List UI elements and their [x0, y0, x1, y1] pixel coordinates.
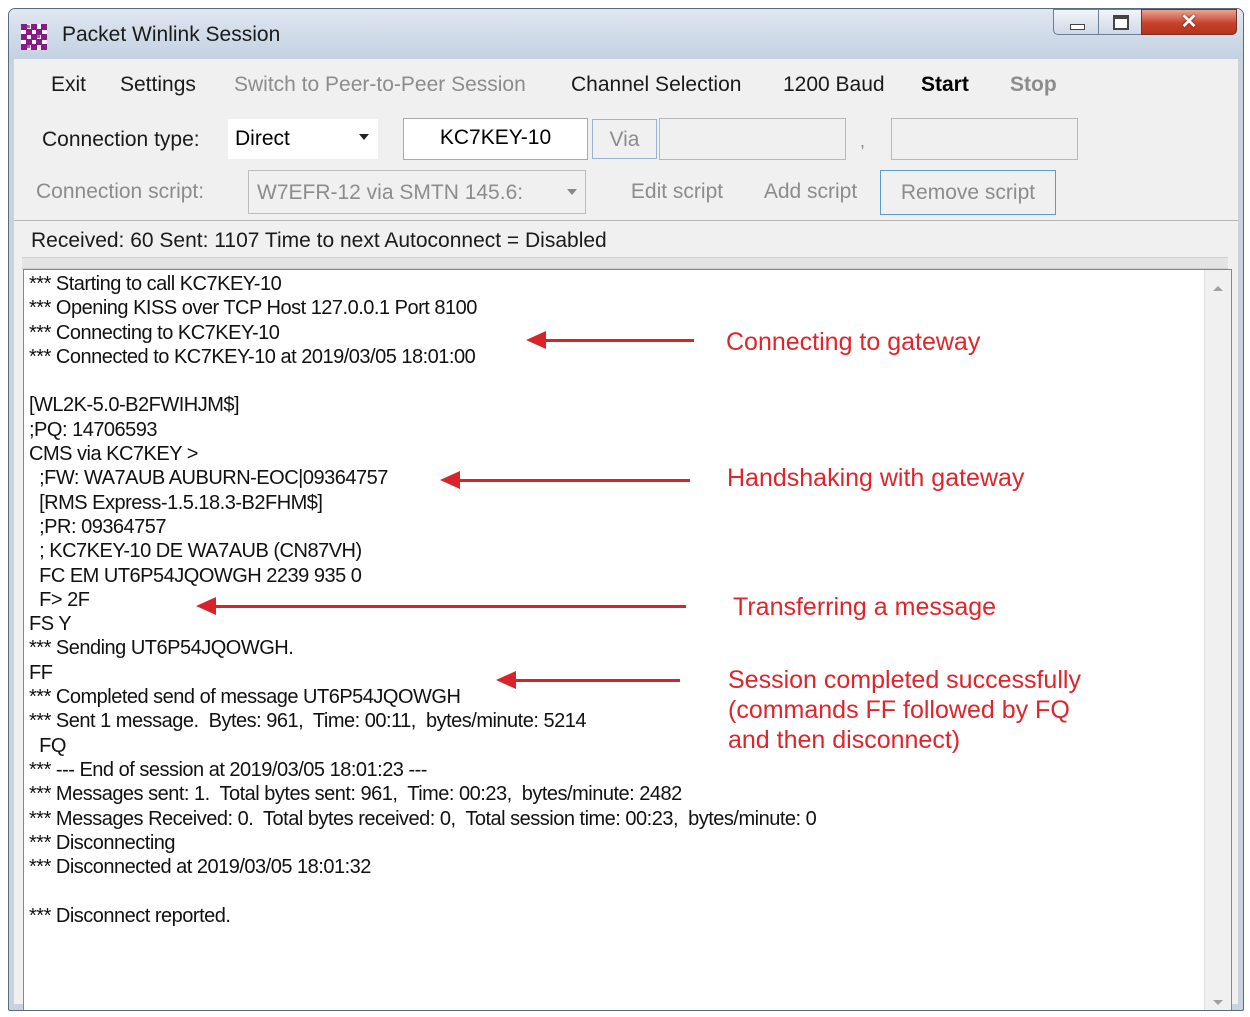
toolbar-divider — [14, 220, 1238, 221]
log-line: ; KC7KEY-10 DE WA7AUB (CN87VH) — [29, 540, 362, 563]
menu-stop[interactable]: Stop — [1010, 73, 1057, 97]
log-line: [WL2K-5.0-B2FWIHJM$] — [29, 394, 240, 417]
menu-channel-selection[interactable]: Channel Selection — [571, 73, 741, 97]
session-log-lines: *** Starting to call KC7KEY-10 *** Openin… — [29, 272, 817, 928]
via-extra-input[interactable] — [891, 118, 1078, 160]
menu-bar: Exit Settings Switch to Peer-to-Peer Ses… — [14, 67, 1238, 101]
maximize-button[interactable] — [1098, 9, 1142, 35]
remove-script-button[interactable]: Remove script — [880, 170, 1056, 215]
log-line: *** Connected to KC7KEY-10 at 2019/03/05… — [29, 345, 476, 368]
log-line: ;PR: 09364757 — [29, 515, 167, 538]
packet-winlink-window: Packet Winlink Session ✕ Exit Settings S… — [8, 8, 1244, 1011]
callsign-input[interactable]: KC7KEY-10 — [403, 118, 588, 160]
annotation-arrow-handshaking-head — [440, 471, 460, 489]
menu-switch-peer-to-peer[interactable]: Switch to Peer-to-Peer Session — [234, 73, 526, 97]
log-line: CMS via KC7KEY > — [29, 443, 198, 466]
scroll-down-icon[interactable] — [1213, 1000, 1223, 1005]
annotation-arrow-connecting-head — [526, 331, 546, 349]
winlink-app-icon — [21, 24, 47, 50]
log-line: *** Starting to call KC7KEY-10 — [29, 273, 282, 295]
window-title: Packet Winlink Session — [62, 23, 281, 46]
log-line: *** Messages sent: 1. Total bytes sent: … — [29, 783, 682, 806]
log-line: [RMS Express-1.5.18.3-B2FHM$] — [29, 491, 323, 514]
add-script-button[interactable]: Add script — [749, 171, 872, 213]
log-line: FF — [29, 661, 53, 684]
log-line: ;PQ: 14706593 — [29, 418, 158, 441]
log-line: FS Y — [29, 613, 72, 636]
log-line: ;FW: WA7AUB AUBURN-EOC|09364757 — [29, 467, 388, 490]
log-line: *** Connecting to KC7KEY-10 — [29, 321, 280, 344]
chevron-down-icon — [567, 189, 577, 195]
title-bar[interactable]: Packet Winlink Session ✕ — [9, 9, 1243, 59]
log-line: *** Completed send of message UT6P54JQOW… — [29, 686, 461, 709]
annotation-arrow-completed — [514, 679, 680, 682]
annotation-completed-line-1: Session completed successfully — [728, 666, 1081, 694]
log-line: *** Sending UT6P54JQOWGH. — [29, 637, 294, 660]
menu-baud[interactable]: 1200 Baud — [783, 73, 885, 97]
connection-type-label: Connection type: — [42, 128, 200, 151]
via-button[interactable]: Via — [592, 119, 657, 159]
log-line: *** Disconnect reported. — [29, 904, 231, 927]
log-line: FQ — [29, 734, 66, 757]
log-line: *** Disconnected at 2019/03/05 18:01:32 — [29, 856, 371, 879]
log-line: *** --- End of session at 2019/03/05 18:… — [29, 758, 427, 781]
chevron-down-icon — [359, 134, 369, 140]
connection-script-value: W7EFR-12 via SMTN 145.6: — [257, 181, 524, 204]
scroll-up-icon[interactable] — [1213, 286, 1223, 291]
annotation-arrow-connecting — [544, 339, 694, 342]
log-line: *** Disconnecting — [29, 831, 176, 854]
annotation-connecting: Connecting to gateway — [726, 328, 981, 356]
menu-settings[interactable]: Settings — [120, 73, 196, 97]
log-scrollbar[interactable] — [1204, 270, 1231, 1010]
annotation-arrow-handshaking — [458, 479, 690, 482]
connection-script-select[interactable]: W7EFR-12 via SMTN 145.6: — [248, 170, 586, 214]
via-input[interactable] — [659, 118, 846, 160]
log-line: FC EM UT6P54JQOWGH 2239 935 0 — [29, 564, 362, 587]
minimize-icon — [1070, 24, 1085, 30]
annotation-arrow-completed-head — [496, 671, 516, 689]
minimize-button[interactable] — [1053, 9, 1099, 35]
annotation-arrow-transferring-head — [196, 597, 216, 615]
annotation-completed-line-2: (commands FF followed by FQ — [728, 696, 1070, 724]
close-icon: ✕ — [1180, 11, 1198, 33]
annotation-arrow-transferring — [214, 605, 686, 608]
edit-script-button[interactable]: Edit script — [617, 171, 737, 213]
client-area: Exit Settings Switch to Peer-to-Peer Ses… — [14, 59, 1238, 1010]
menu-exit[interactable]: Exit — [51, 73, 86, 97]
session-log[interactable]: *** Starting to call KC7KEY-10 *** Openin… — [23, 269, 1232, 1010]
annotation-handshaking: Handshaking with gateway — [727, 464, 1025, 492]
connection-script-label: Connection script: — [36, 180, 205, 203]
connection-type-select[interactable]: Direct — [228, 119, 378, 159]
status-bar-text: Received: 60 Sent: 1107 Time to next Aut… — [31, 229, 607, 252]
annotation-transferring: Transferring a message — [733, 593, 997, 621]
splitter-handle[interactable] — [22, 257, 1228, 269]
menu-start[interactable]: Start — [921, 73, 969, 97]
close-button[interactable]: ✕ — [1141, 9, 1237, 35]
maximize-icon — [1113, 15, 1129, 30]
via-separator-comma: , — [860, 131, 866, 151]
annotation-completed-line-3: and then disconnect) — [728, 726, 961, 754]
log-line: *** Sent 1 message. Bytes: 961, Time: 00… — [29, 710, 586, 733]
connection-type-value: Direct — [235, 127, 290, 150]
log-line: *** Opening KISS over TCP Host 127.0.0.1… — [29, 297, 477, 320]
log-line: *** Messages Received: 0. Total bytes re… — [29, 807, 817, 830]
log-line: F> 2F — [29, 588, 90, 611]
